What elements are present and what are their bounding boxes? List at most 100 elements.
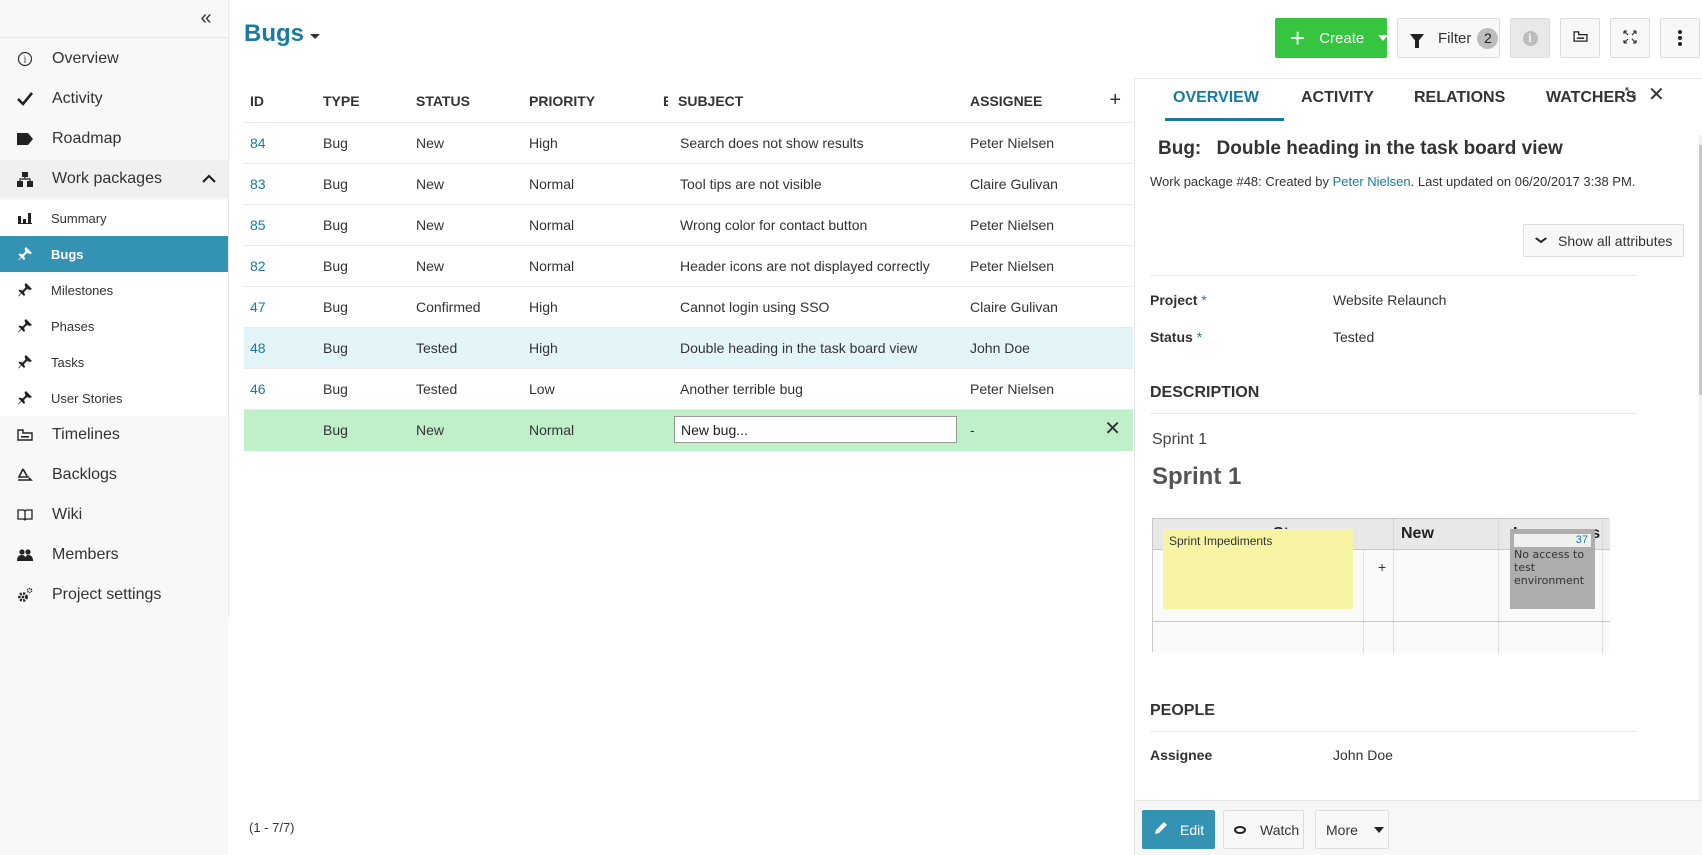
sidebar-subitem-phases[interactable]: Phases	[0, 308, 228, 344]
fullscreen-button[interactable]	[1610, 18, 1650, 58]
open-fullscreen-icon[interactable]	[1625, 87, 1636, 101]
cell-status[interactable]: New	[416, 135, 444, 151]
watch-button[interactable]: Watch	[1223, 810, 1304, 849]
sidebar-subitem-milestones[interactable]: Milestones	[0, 272, 228, 308]
cell-assignee[interactable]: Claire Gulivan	[970, 299, 1058, 315]
cell-type[interactable]: Bug	[323, 381, 348, 397]
cell-type[interactable]: Bug	[323, 299, 348, 315]
add-column-button[interactable]: +	[1109, 89, 1121, 112]
sidebar-item-work-packages[interactable]: Work packages	[0, 160, 228, 198]
cell-priority[interactable]: Normal	[529, 217, 574, 233]
sidebar-item-backlogs[interactable]: Backlogs	[0, 456, 228, 494]
cell-priority[interactable]: Low	[529, 381, 555, 397]
details-view-button[interactable]: i	[1510, 18, 1550, 58]
column-header-subject[interactable]: SUBJECT	[678, 93, 743, 109]
cell-priority[interactable]: Normal	[529, 258, 574, 274]
attribute-value-status[interactable]: Tested	[1333, 329, 1374, 345]
sidebar-subitem-user-stories[interactable]: User Stories	[0, 380, 228, 416]
timeline-toggle-button[interactable]	[1560, 18, 1600, 58]
sidebar-item-roadmap[interactable]: Roadmap	[0, 120, 228, 158]
sidebar-subitem-bugs[interactable]: Bugs	[0, 236, 228, 272]
subject-input[interactable]	[674, 416, 957, 443]
cell-id[interactable]: 82	[250, 258, 266, 274]
column-header-assignee[interactable]: ASSIGNEE	[970, 93, 1042, 109]
sidebar-item-overview[interactable]: i Overview	[0, 40, 228, 78]
cell-assignee[interactable]: -	[970, 422, 975, 438]
attribute-value-project[interactable]: Website Relaunch	[1333, 292, 1446, 308]
cell-assignee[interactable]: Peter Nielsen	[970, 135, 1054, 151]
sidebar-item-activity[interactable]: Activity	[0, 80, 228, 118]
edit-button[interactable]: Edit	[1142, 810, 1215, 849]
task-number[interactable]: 37	[1514, 534, 1591, 547]
cell-assignee[interactable]: Peter Nielsen	[970, 217, 1054, 233]
column-header-id[interactable]: ID	[250, 93, 264, 109]
sidebar-item-wiki[interactable]: Wiki	[0, 496, 228, 534]
add-task-button[interactable]: +	[1378, 559, 1386, 575]
create-button[interactable]: + Create	[1275, 18, 1389, 58]
column-resize-handle[interactable]: E	[663, 93, 668, 109]
tab-relations[interactable]: RELATIONS	[1414, 89, 1505, 107]
column-header-status[interactable]: STATUS	[416, 93, 470, 109]
tab-overview[interactable]: OVERVIEW	[1173, 89, 1259, 107]
table-row[interactable]: 84 Bug New High Search does not show results…	[244, 123, 1133, 164]
cell-id[interactable]: 46	[250, 381, 266, 397]
show-all-attributes-button[interactable]: Show all attributes	[1523, 224, 1684, 257]
sidebar-item-members[interactable]: Members	[0, 536, 228, 574]
table-row[interactable]: 83 Bug New Normal Tool tips are not visible C…	[244, 164, 1133, 205]
author-link[interactable]: Peter Nielsen	[1333, 174, 1411, 189]
work-package-subject[interactable]: Bug: Double heading in the task board vi…	[1158, 138, 1563, 160]
close-details-icon[interactable]: ✕	[1648, 82, 1665, 107]
sidebar-item-timelines[interactable]: Timelines	[0, 416, 228, 454]
cell-assignee[interactable]: John Doe	[970, 340, 1030, 356]
cancel-new-row-icon[interactable]: ✕	[1104, 416, 1121, 441]
cell-assignee[interactable]: Peter Nielsen	[970, 258, 1054, 274]
collapse-sidebar-button[interactable]: «	[196, 8, 216, 30]
cell-status[interactable]: New	[416, 422, 444, 438]
cell-type[interactable]: Bug	[323, 340, 348, 356]
table-row[interactable]: 47 Bug Confirmed High Cannot login using SSO…	[244, 287, 1133, 328]
tab-watchers[interactable]: WATCHERS	[1546, 89, 1636, 107]
cell-subject[interactable]: Cannot login using SSO	[680, 299, 829, 315]
cell-type[interactable]: Bug	[323, 135, 348, 151]
table-row[interactable]: 85 Bug New Normal Wrong color for contact bu…	[244, 205, 1133, 246]
attribute-value-assignee[interactable]: John Doe	[1333, 747, 1393, 763]
table-row[interactable]: 82 Bug New Normal Header icons are not displ…	[244, 246, 1133, 287]
column-header-priority[interactable]: PRIORITY	[529, 93, 595, 109]
cell-type[interactable]: Bug	[323, 258, 348, 274]
cell-status[interactable]: Tested	[416, 340, 457, 356]
tab-activity[interactable]: ACTIVITY	[1301, 89, 1374, 107]
sidebar-item-project-settings[interactable]: Project settings	[0, 576, 228, 614]
cell-type[interactable]: Bug	[323, 176, 348, 192]
cell-priority[interactable]: Normal	[529, 422, 574, 438]
story-card[interactable]: Sprint Impediments	[1163, 529, 1353, 609]
cell-assignee[interactable]: Peter Nielsen	[970, 381, 1054, 397]
cell-subject[interactable]: Tool tips are not visible	[680, 176, 822, 192]
cell-subject[interactable]: Double heading in the task board view	[680, 340, 917, 356]
cell-priority[interactable]: Normal	[529, 176, 574, 192]
cell-priority[interactable]: High	[529, 135, 558, 151]
cell-subject[interactable]: Search does not show results	[680, 135, 864, 151]
cell-id[interactable]: 48	[250, 340, 266, 356]
table-row[interactable]: 48 Bug Tested High Double heading in the tas…	[244, 328, 1133, 369]
cell-status[interactable]: Tested	[416, 381, 457, 397]
sidebar-subitem-summary[interactable]: Summary	[0, 200, 228, 236]
cell-id[interactable]: 47	[250, 299, 266, 315]
cell-subject[interactable]: Another terrible bug	[680, 381, 803, 397]
cell-status[interactable]: New	[416, 176, 444, 192]
cell-id[interactable]: 84	[250, 135, 266, 151]
cell-id[interactable]: 85	[250, 217, 266, 233]
cell-assignee[interactable]: Claire Gulivan	[970, 176, 1058, 192]
cell-type[interactable]: Bug	[323, 217, 348, 233]
cell-subject[interactable]: Header icons are not displayed correctly	[680, 258, 930, 274]
cell-status[interactable]: New	[416, 217, 444, 233]
cell-priority[interactable]: High	[529, 340, 558, 356]
query-title-dropdown[interactable]: Bugs	[244, 20, 320, 48]
chevron-up-icon[interactable]	[202, 171, 216, 187]
cell-status[interactable]: New	[416, 258, 444, 274]
cell-id[interactable]: 83	[250, 176, 266, 192]
filter-button[interactable]: Filter 2	[1397, 18, 1500, 58]
more-button[interactable]: More	[1315, 810, 1389, 849]
table-row[interactable]: 46 Bug Tested Low Another terrible bug Peter …	[244, 369, 1133, 410]
cell-priority[interactable]: High	[529, 299, 558, 315]
sidebar-subitem-tasks[interactable]: Tasks	[0, 344, 228, 380]
